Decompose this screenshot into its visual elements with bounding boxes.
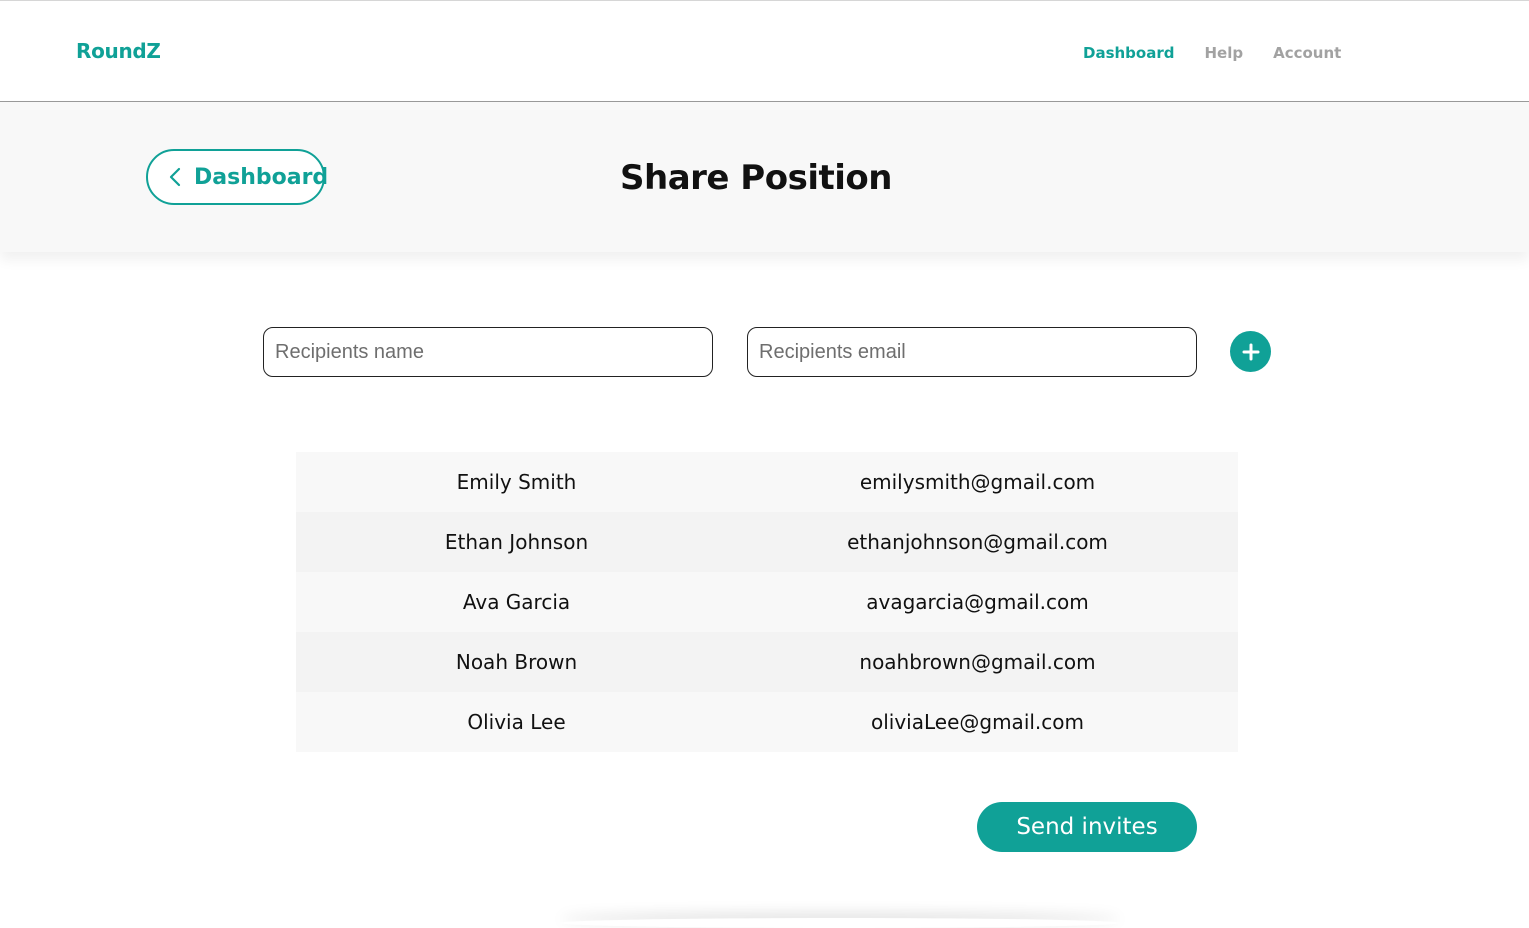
nav-link-account[interactable]: Account [1273, 44, 1341, 62]
brand-logo[interactable]: RoundZ [76, 39, 161, 63]
recipient-email-input[interactable] [747, 327, 1197, 377]
recipient-email: emilysmith@gmail.com [859, 470, 1096, 494]
recipient-name: Emily Smith [456, 470, 577, 494]
recipient-name: Noah Brown [455, 650, 578, 674]
recipient-email: noahbrown@gmail.com [859, 650, 1096, 674]
table-row: Olivia Lee oliviaLee@gmail.com [296, 692, 1238, 752]
recipient-email: oliviaLee@gmail.com [870, 710, 1085, 734]
nav-link-help[interactable]: Help [1204, 44, 1243, 62]
table-row: Ethan Johnson ethanjohnson@gmail.com [296, 512, 1238, 572]
table-row: Noah Brown noahbrown@gmail.com [296, 632, 1238, 692]
recipient-email: ethanjohnson@gmail.com [847, 530, 1108, 554]
recipient-name: Ava Garcia [462, 590, 571, 614]
recipient-name-input[interactable] [263, 327, 713, 377]
table-row: Ava Garcia avagarcia@gmail.com [296, 572, 1238, 632]
nav-link-dashboard[interactable]: Dashboard [1083, 44, 1174, 62]
recipient-name: Olivia Lee [467, 710, 566, 734]
top-navbar: RoundZ Dashboard Help Account [0, 0, 1529, 102]
chevron-left-icon [168, 167, 182, 187]
table-row: Emily Smith emilysmith@gmail.com [296, 452, 1238, 512]
send-invites-button[interactable]: Send invites [977, 802, 1197, 852]
recipients-table: Emily Smith emilysmith@gmail.com Ethan J… [296, 452, 1238, 752]
back-button-label: Dashboard [194, 164, 329, 190]
page-header: Dashboard Share Position [0, 102, 1529, 252]
recipient-name: Ethan Johnson [444, 530, 589, 554]
page-title: Share Position [620, 158, 892, 198]
nav-links: Dashboard Help Account [1083, 44, 1341, 62]
plus-icon [1242, 343, 1259, 360]
recipient-email: avagarcia@gmail.com [866, 590, 1089, 614]
back-to-dashboard-button[interactable]: Dashboard [146, 149, 329, 205]
add-recipient-button[interactable] [1230, 331, 1271, 372]
bottom-panel-shadow [560, 918, 1120, 928]
